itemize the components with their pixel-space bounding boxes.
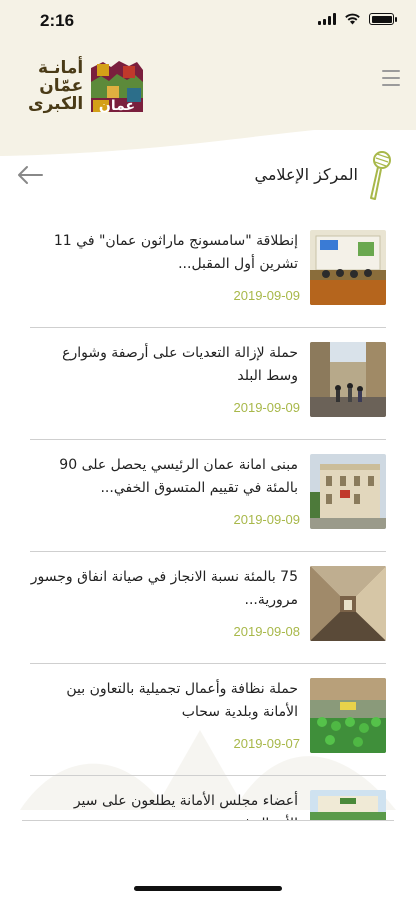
page-title-row: المركز الإعلامي xyxy=(0,148,416,208)
microphone-icon xyxy=(370,151,391,200)
news-item[interactable]: إنطلاقة "سامسونج ماراثون عمان" في 11 تشر… xyxy=(30,216,386,328)
svg-text:عمان: عمان xyxy=(99,98,135,114)
news-item[interactable]: حملة لإزالة التعديات على أرصفة وشوارع وس… xyxy=(30,328,386,440)
back-arrow-icon[interactable] xyxy=(16,164,44,186)
logo-mark-icon: عمان xyxy=(91,61,144,114)
battery-icon xyxy=(369,13,397,25)
tunnel-photo xyxy=(310,566,386,641)
conference-photo xyxy=(310,230,386,305)
status-bar: 2:16 xyxy=(0,0,416,44)
news-date: 2019-09-09 xyxy=(233,400,301,415)
news-title[interactable]: أعضاء مجلس الأمانة يطلعون على سير الأعما… xyxy=(30,790,298,820)
street-photo xyxy=(310,342,386,417)
news-item[interactable]: حملة نظافة وأعمال تجميلية بالتعاون بين ا… xyxy=(30,664,386,776)
news-title[interactable]: حملة لإزالة التعديات على أرصفة وشوارع وس… xyxy=(30,342,298,388)
news-item[interactable]: 75 بالمئة نسبة الانجاز في صيانة انفاق وج… xyxy=(30,552,386,664)
news-title[interactable]: إنطلاقة "سامسونج ماراثون عمان" في 11 تشر… xyxy=(30,230,298,276)
volunteers-photo xyxy=(310,678,386,753)
news-item[interactable]: أعضاء مجلس الأمانة يطلعون على سير الأعما… xyxy=(30,776,386,820)
event-photo xyxy=(310,790,386,820)
news-title[interactable]: حملة نظافة وأعمال تجميلية بالتعاون بين ا… xyxy=(30,678,298,724)
menu-button[interactable] xyxy=(382,70,400,86)
building-photo xyxy=(310,454,386,529)
news-title[interactable]: 75 بالمئة نسبة الانجاز في صيانة انفاق وج… xyxy=(30,566,298,612)
news-title[interactable]: مبنى امانة عمان الرئيسي يحصل على 90 بالم… xyxy=(30,454,298,500)
home-indicator[interactable] xyxy=(134,886,282,891)
signal-icon xyxy=(318,13,336,25)
menu-line xyxy=(382,70,400,72)
news-list[interactable]: إنطلاقة "سامسونج ماراثون عمان" في 11 تشر… xyxy=(30,216,386,820)
gam-logo[interactable]: أمانـة عمّان الكبرى عمان xyxy=(28,58,145,116)
news-date: 2019-09-09 xyxy=(233,512,301,527)
menu-line xyxy=(382,77,400,79)
news-item[interactable]: مبنى امانة عمان الرئيسي يحصل على 90 بالم… xyxy=(30,440,386,552)
logo-text: أمانـة عمّان الكبرى xyxy=(28,59,84,114)
menu-line xyxy=(382,84,400,86)
news-date: 2019-09-07 xyxy=(233,736,301,751)
news-date: 2019-09-09 xyxy=(233,288,301,303)
wifi-icon xyxy=(345,13,360,25)
news-date: 2019-09-08 xyxy=(233,624,301,639)
page-title: المركز الإعلامي xyxy=(254,165,359,184)
status-icons xyxy=(318,13,397,25)
bottom-divider xyxy=(22,820,394,821)
logo-line-3: الكبرى xyxy=(28,93,84,114)
status-time: 2:16 xyxy=(40,11,75,30)
